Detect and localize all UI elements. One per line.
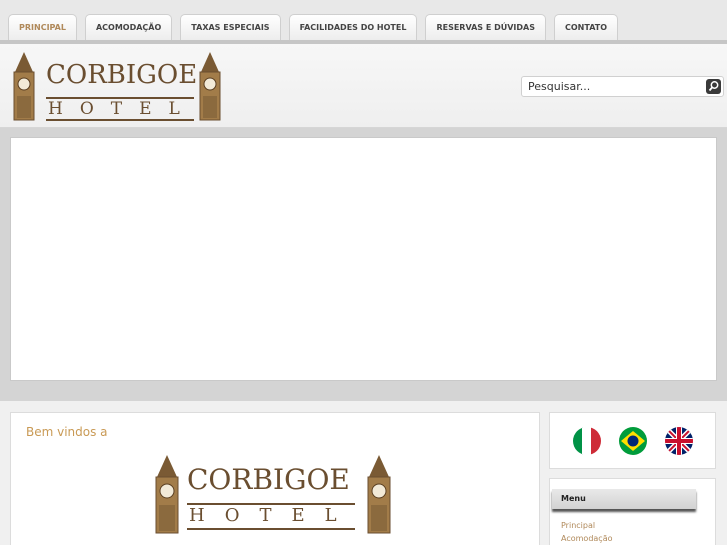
main-content-box: Bem vindos a CORBIGOE HOTEL <box>10 412 540 545</box>
language-selector <box>549 412 716 469</box>
banner-slideshow <box>10 137 717 381</box>
tab-contato[interactable]: Contato <box>554 14 619 40</box>
nav-tabs: Principal Acomodação Taxas Especiais Fac… <box>8 14 619 46</box>
uk-flag-icon[interactable] <box>665 427 693 455</box>
logo-word-corbigoe: CORBIGOE <box>187 463 350 496</box>
tab-facilidades-do-hotel[interactable]: Facilidades do Hotel <box>288 14 418 40</box>
side-menu: Menu Principal Acomodação <box>549 478 716 545</box>
menu-item-acomodacao[interactable]: Acomodação <box>561 534 613 543</box>
menu-item-principal[interactable]: Principal <box>561 521 595 530</box>
search-button[interactable] <box>706 79 721 94</box>
welcome-heading: Bem vindos a <box>26 425 108 439</box>
search-input[interactable] <box>528 79 706 94</box>
logo-word-hotel: HOTEL <box>48 99 197 119</box>
logo-word-corbigoe: CORBIGOE <box>46 60 198 90</box>
logo-rule-bottom <box>187 528 355 530</box>
hotel-logo[interactable]: CORBIGOE HOTEL <box>10 52 226 122</box>
logo-rule-bottom <box>46 119 194 121</box>
top-navigation: Principal Acomodação Taxas Especiais Fac… <box>0 0 727 46</box>
search-icon <box>708 81 719 92</box>
italy-flag-icon[interactable] <box>573 427 601 455</box>
site-header: CORBIGOE HOTEL <box>0 44 727 128</box>
hotel-logo-large: CORBIGOE HOTEL <box>151 455 395 535</box>
menu-title: Menu <box>552 489 696 509</box>
logo-word-hotel: HOTEL <box>189 505 357 526</box>
brazil-flag-icon[interactable] <box>619 427 647 455</box>
search-box <box>521 76 724 97</box>
tab-acomodacao[interactable]: Acomodação <box>84 14 173 40</box>
tab-taxas-especiais[interactable]: Taxas Especiais <box>180 14 281 40</box>
tab-reservas-e-duvidas[interactable]: Reservas e Dúvidas <box>425 14 546 40</box>
tab-principal[interactable]: Principal <box>8 14 77 46</box>
